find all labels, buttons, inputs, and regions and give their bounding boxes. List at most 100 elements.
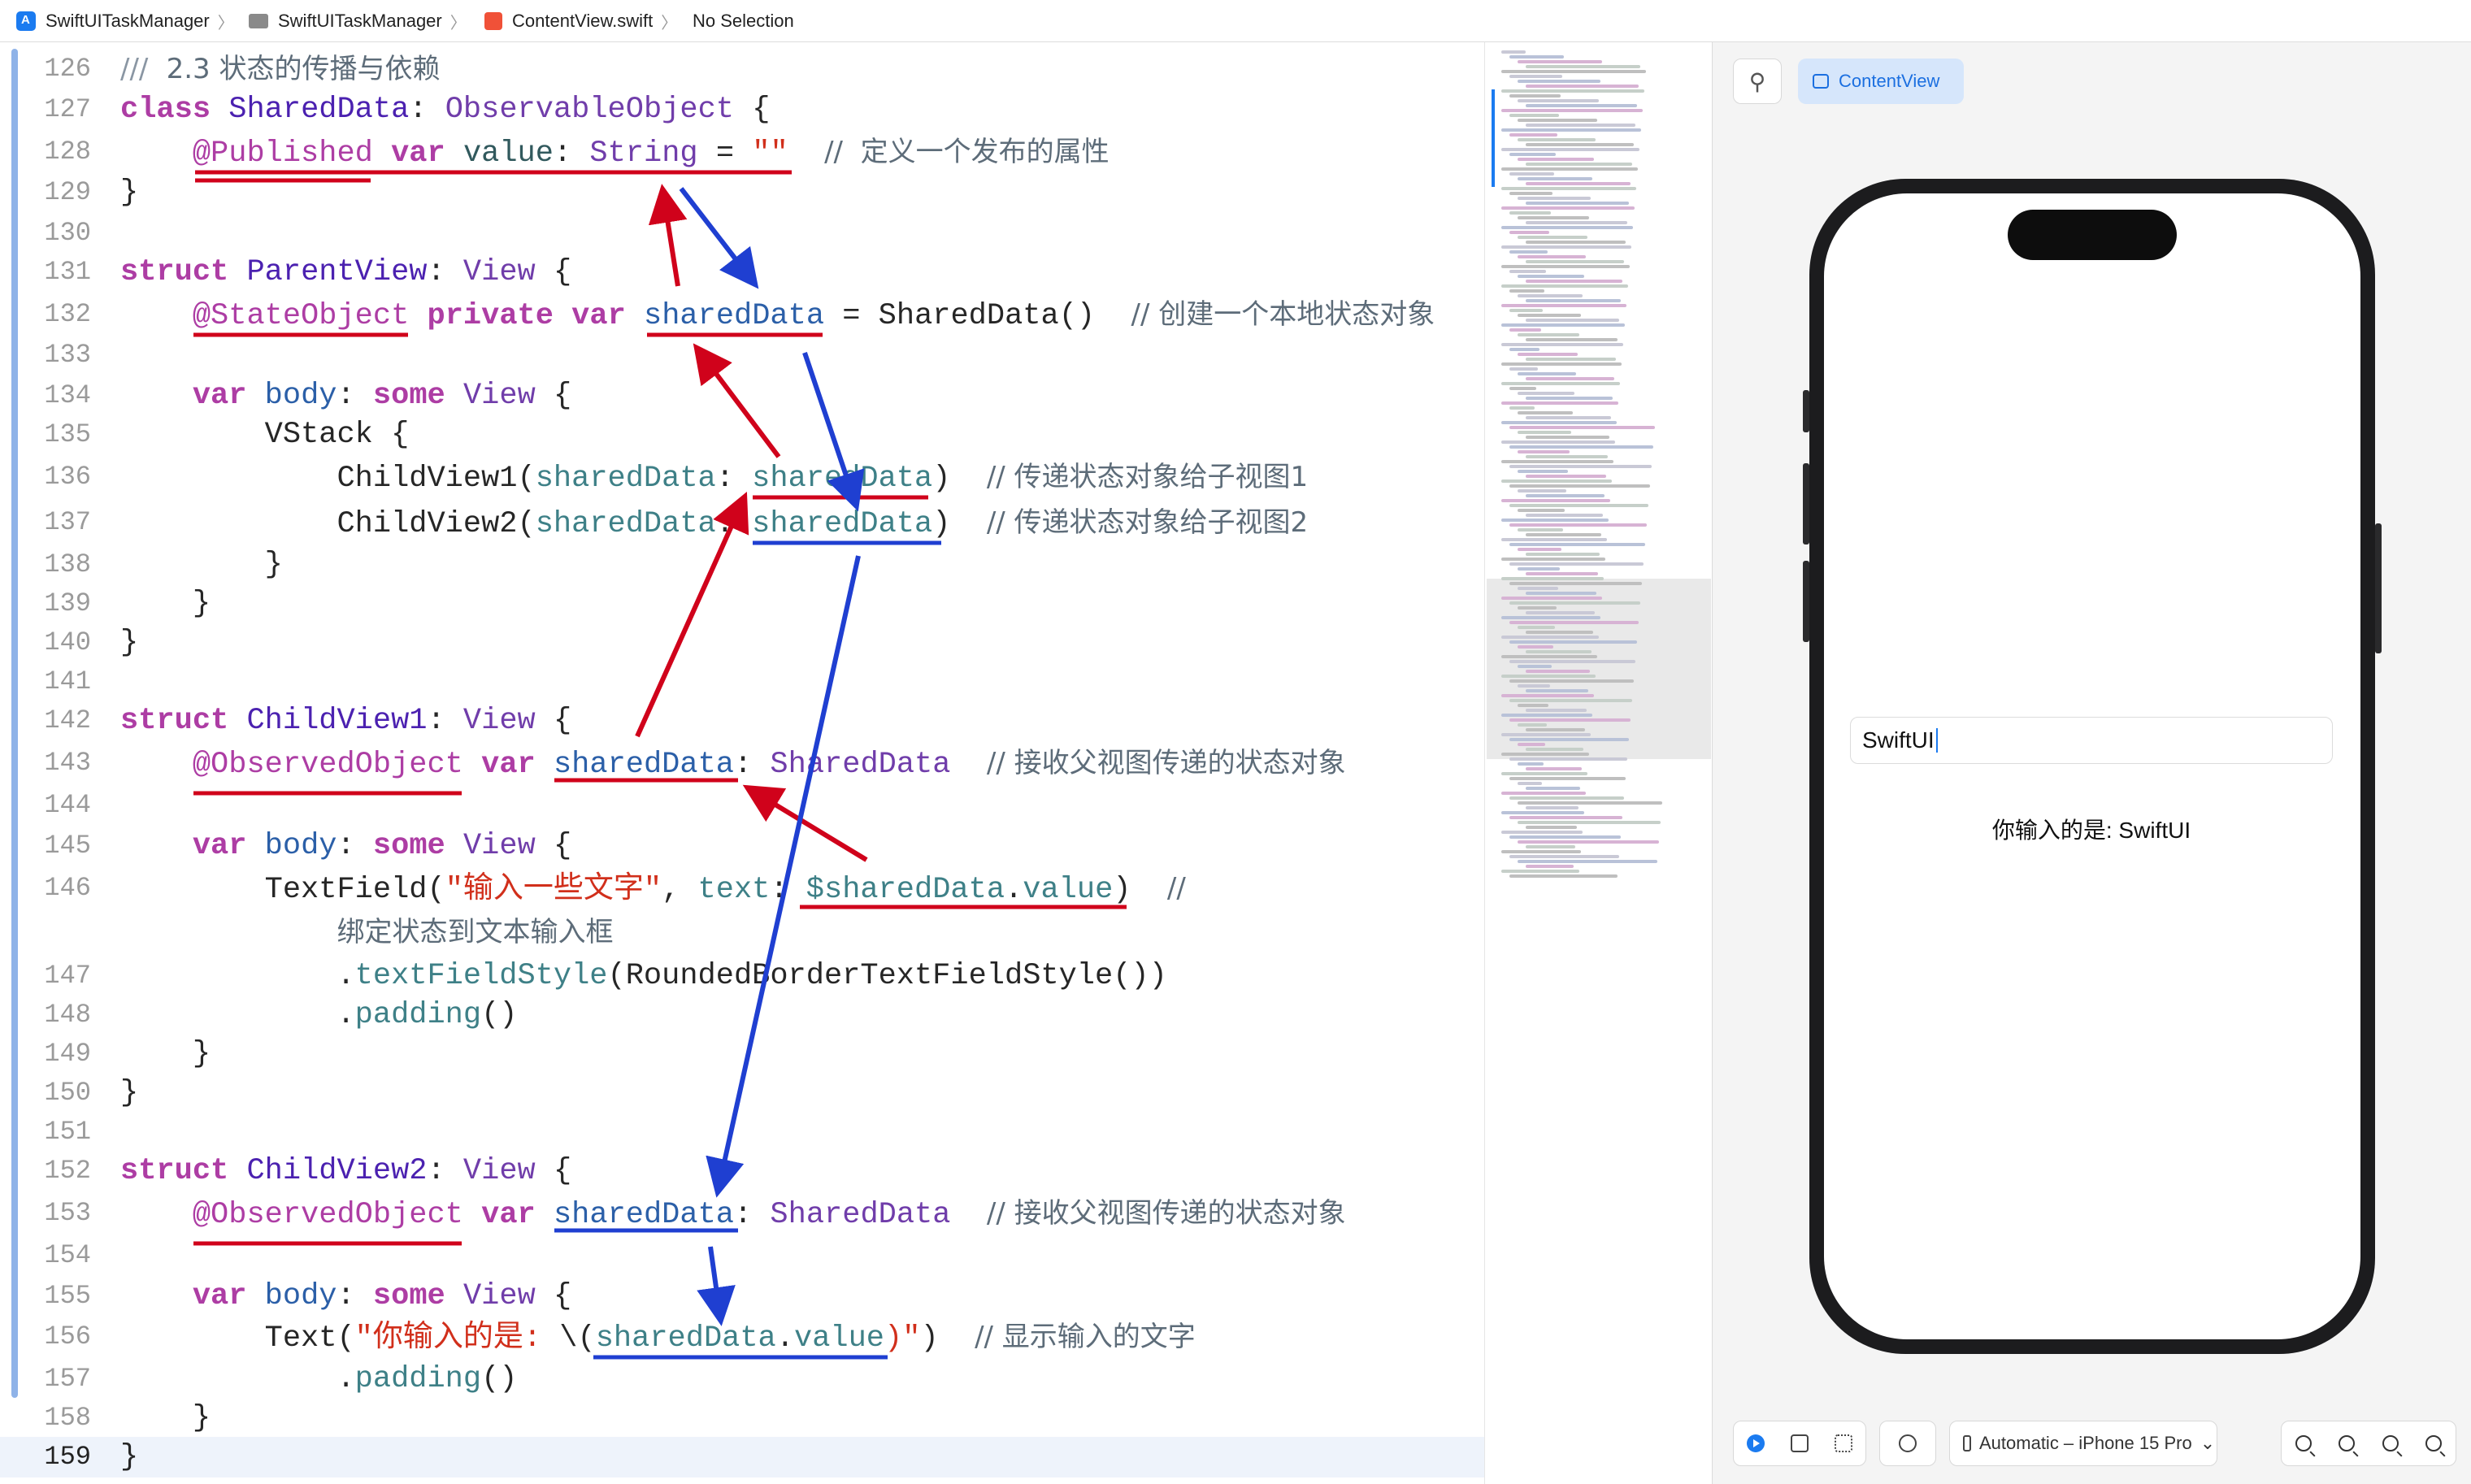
code-line[interactable]: 134 var body: some View { [0, 375, 1484, 416]
code-line[interactable]: 135 VStack { [0, 414, 1484, 455]
code-line[interactable]: 157 .padding() [0, 1359, 1484, 1399]
minimap-line [1526, 436, 1609, 439]
minimap-line [1526, 85, 1639, 88]
minimap-line [1509, 289, 1544, 293]
code-line[interactable]: 150 } [0, 1073, 1484, 1113]
code-editor[interactable]: 126 /// 2.3 状态的传播与依赖 127 class SharedDat… [0, 42, 1484, 1484]
code-line[interactable]: 136 ChildView1(sharedData: sharedData) /… [0, 457, 1484, 497]
code-text: class SharedData: ObservableObject { [120, 93, 771, 127]
minimap-line [1501, 479, 1612, 483]
minimap-line [1518, 294, 1583, 297]
breadcrumb-file[interactable]: ContentView.swift 〉 [484, 8, 677, 34]
code-line[interactable]: 151 [0, 1112, 1484, 1152]
code-line[interactable]: 156 Text("你输入的是: \(sharedData.value)") /… [0, 1317, 1484, 1357]
code-text: var body: some View { [192, 379, 572, 413]
line-number: 147 [44, 961, 91, 991]
volume-up-button [1803, 463, 1809, 545]
code-line[interactable]: 133 [0, 335, 1484, 375]
minimap-line [1518, 177, 1592, 180]
device-selector[interactable]: Automatic – iPhone 15 Pro ⌄ [1949, 1421, 2217, 1466]
minimap-line [1518, 353, 1578, 356]
minimap-line [1526, 709, 1587, 712]
minimap-line [1501, 831, 1583, 834]
code-line[interactable]: 131 struct ParentView: View { [0, 252, 1484, 293]
minimap-line [1501, 323, 1625, 327]
code-line[interactable]: 154 [0, 1235, 1484, 1276]
variants-grid-icon[interactable] [1835, 1434, 1852, 1452]
breadcrumb-project[interactable]: SwiftUITaskManager 〉 [16, 8, 234, 34]
code-line[interactable]: 158 } [0, 1398, 1484, 1438]
code-line[interactable]: 132 @StateObject private var sharedData … [0, 294, 1484, 335]
line-number: 144 [44, 790, 91, 820]
code-line[interactable]: 148 .padding() [0, 995, 1484, 1035]
zoom-100-icon[interactable] [2339, 1435, 2356, 1451]
code-line[interactable]: 149 } [0, 1034, 1484, 1074]
code-minimap[interactable] [1484, 42, 1712, 1484]
tab-contentview[interactable]: ContentView [1798, 59, 1964, 104]
zoom-in-icon[interactable] [2425, 1435, 2443, 1451]
minimap-line [1501, 226, 1633, 229]
breadcrumb-separator: 〉 [217, 14, 234, 33]
minimap-line [1518, 236, 1587, 239]
code-text: TextField("输入一些文字", text: $sharedData.va… [264, 872, 1186, 907]
code-text: /// 2.3 状态的传播与依赖 [120, 53, 441, 85]
code-line-wrap[interactable]: 绑定状态到文本输入框 [0, 912, 1484, 952]
minimap-line [1501, 265, 1630, 268]
code-line[interactable]: 126 /// 2.3 状态的传播与依赖 [0, 49, 1484, 89]
code-line[interactable]: 142 struct ChildView1: View { [0, 701, 1484, 741]
breadcrumb-folder[interactable]: SwiftUITaskManager 〉 [249, 8, 467, 34]
minimap-line [1501, 50, 1526, 54]
pin-preview-button[interactable]: ⚲ [1733, 59, 1782, 104]
code-line[interactable]: 152 struct ChildView2: View { [0, 1151, 1484, 1191]
minimap-line [1526, 124, 1635, 127]
code-text: } [120, 1440, 139, 1474]
zoom-out-icon[interactable] [2295, 1435, 2312, 1451]
code-line[interactable]: 128 @Published var value: String = "" //… [0, 132, 1484, 172]
minimap-line [1509, 757, 1627, 761]
minimap-line [1509, 153, 1556, 156]
code-line[interactable]: 140 } [0, 623, 1484, 663]
code-line[interactable]: 155 var body: some View { [0, 1276, 1484, 1317]
code-line[interactable]: 130 [0, 213, 1484, 254]
minimap-line [1518, 197, 1591, 200]
code-line[interactable]: 141 [0, 662, 1484, 702]
code-line-current[interactable]: 159 } [0, 1437, 1484, 1477]
minimap-line [1501, 304, 1626, 307]
minimap-line [1501, 616, 1600, 619]
code-line[interactable]: 153 @ObservedObject var sharedData: Shar… [0, 1193, 1484, 1234]
preview-text-field-value: SwiftUI [1862, 727, 1935, 753]
minimap-line [1501, 792, 1586, 795]
code-line[interactable]: 129 } [0, 172, 1484, 213]
zoom-to-fit-icon[interactable] [2382, 1435, 2399, 1451]
minimap-line [1509, 835, 1621, 839]
selectable-mode-icon[interactable] [1791, 1434, 1809, 1452]
code-line[interactable]: 146 TextField("输入一些文字", text: $sharedDat… [0, 868, 1484, 909]
minimap-line [1526, 260, 1624, 263]
code-line[interactable]: 138 } [0, 545, 1484, 585]
breadcrumb-selection[interactable]: No Selection [693, 8, 794, 34]
code-line[interactable]: 144 [0, 785, 1484, 826]
line-number: 139 [44, 588, 91, 618]
breadcrumb-separator: 〉 [661, 14, 678, 33]
code-line[interactable]: 143 @ObservedObject var sharedData: Shar… [0, 743, 1484, 783]
line-number: 130 [44, 218, 91, 248]
code-line[interactable]: 139 } [0, 584, 1484, 624]
minimap-line [1509, 55, 1564, 59]
code-line[interactable]: 137 ChildView2(sharedData: sharedData) /… [0, 502, 1484, 543]
code-line[interactable]: 127 class SharedData: ObservableObject { [0, 89, 1484, 130]
live-preview-icon[interactable] [1747, 1434, 1765, 1452]
code-line[interactable]: 147 .textFieldStyle(RoundedBorderTextFie… [0, 956, 1484, 996]
device-selector-label: Automatic – iPhone 15 Pro [1979, 1433, 2192, 1453]
preview-text-field[interactable]: SwiftUI [1850, 717, 2333, 764]
code-line[interactable]: 145 var body: some View { [0, 826, 1484, 866]
minimap-line [1518, 801, 1662, 805]
device-settings-button[interactable] [1879, 1421, 1936, 1466]
code-text: } [120, 176, 139, 210]
code-text: struct ChildView1: View { [120, 704, 572, 738]
minimap-line [1509, 192, 1553, 195]
minimap-line [1518, 860, 1657, 863]
minimap-line [1518, 821, 1661, 824]
minimap-line [1509, 543, 1645, 546]
iphone-screen[interactable] [1824, 193, 2360, 1339]
minimap-line [1509, 484, 1650, 488]
